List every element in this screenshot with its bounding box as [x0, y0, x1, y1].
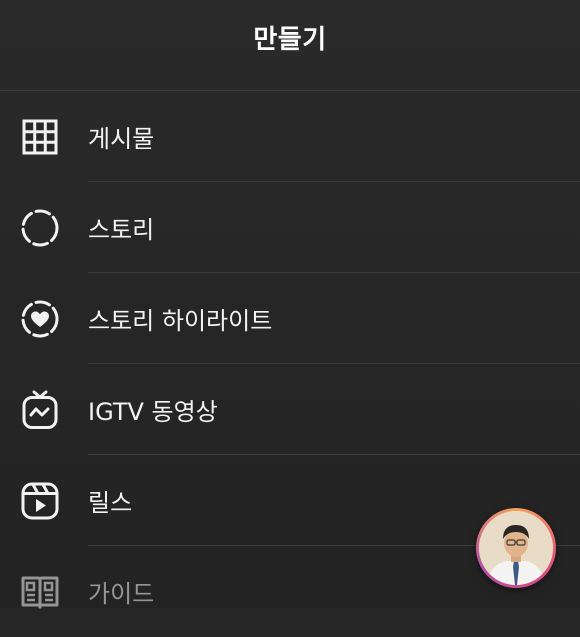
- profile-avatar: [479, 511, 553, 585]
- menu-item-igtv[interactable]: IGTV 동영상: [0, 364, 580, 455]
- igtv-icon: [18, 388, 62, 432]
- sheet-header: 만들기: [0, 0, 580, 91]
- sheet-title: 만들기: [253, 24, 327, 55]
- highlight-heart-icon: [18, 297, 62, 341]
- menu-item-post[interactable]: 게시물: [0, 91, 580, 182]
- menu-item-label: 가이드: [88, 580, 155, 608]
- guide-book-icon: [18, 570, 62, 614]
- menu-item-label: 스토리: [88, 216, 155, 244]
- floating-avatar-bubble[interactable]: [476, 508, 556, 588]
- grid-icon: [18, 115, 62, 159]
- menu-item-label: IGTV 동영상: [88, 398, 218, 426]
- menu-item-label: 스토리 하이라이트: [88, 307, 273, 335]
- menu-item-story[interactable]: 스토리: [0, 182, 580, 273]
- menu-item-label: 릴스: [88, 489, 133, 517]
- menu-item-story-highlight[interactable]: 스토리 하이라이트: [0, 273, 580, 364]
- menu-item-label: 게시물: [88, 125, 155, 153]
- create-sheet: 만들기 게시물 스토리 스토리 하이라이트 IGTV 동영상 릴스 가이드: [0, 0, 580, 608]
- reels-icon: [18, 479, 62, 523]
- story-dashed-circle-icon: [18, 206, 62, 250]
